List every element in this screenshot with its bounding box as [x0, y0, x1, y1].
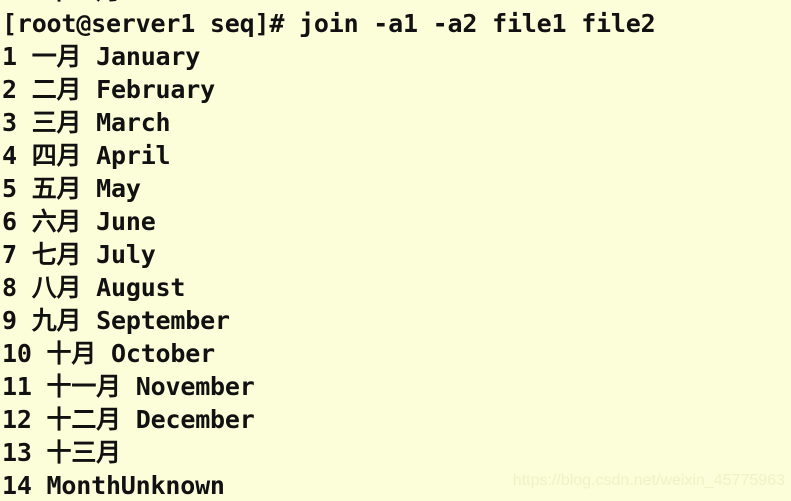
- terminal-screen: 13 十三月 [root@server1 seq]# join -a1 -a2 …: [0, 0, 791, 501]
- terminal-output-line: 14 MonthUnknown: [2, 471, 225, 500]
- terminal-output-line: 13 十三月: [2, 438, 121, 467]
- terminal-output-line: 4 四月 April: [2, 141, 171, 170]
- terminal-output-line: 3 三月 March: [2, 108, 171, 137]
- terminal-output-line: 1 一月 January: [2, 42, 201, 71]
- terminal-output-line: 5 五月 May: [2, 174, 141, 203]
- terminal-output-line: 12 十二月 December: [2, 405, 255, 434]
- terminal-output-line: 7 七月 July: [2, 240, 156, 269]
- terminal-output-line: 11 十一月 November: [2, 372, 255, 401]
- terminal-output-line: 2 二月 February: [2, 75, 215, 104]
- terminal-window[interactable]: 13 十三月 [root@server1 seq]# join -a1 -a2 …: [0, 0, 791, 501]
- terminal-output-line: 10 十月 October: [2, 339, 215, 368]
- terminal-clipped-line: 13 十三月: [2, 0, 791, 7]
- terminal-output-line: 9 九月 September: [2, 306, 230, 335]
- terminal-output-line: 6 六月 June: [2, 207, 156, 236]
- terminal-output-line: 8 八月 August: [2, 273, 186, 302]
- terminal-prompt-line[interactable]: [root@server1 seq]# join -a1 -a2 file1 f…: [2, 7, 791, 40]
